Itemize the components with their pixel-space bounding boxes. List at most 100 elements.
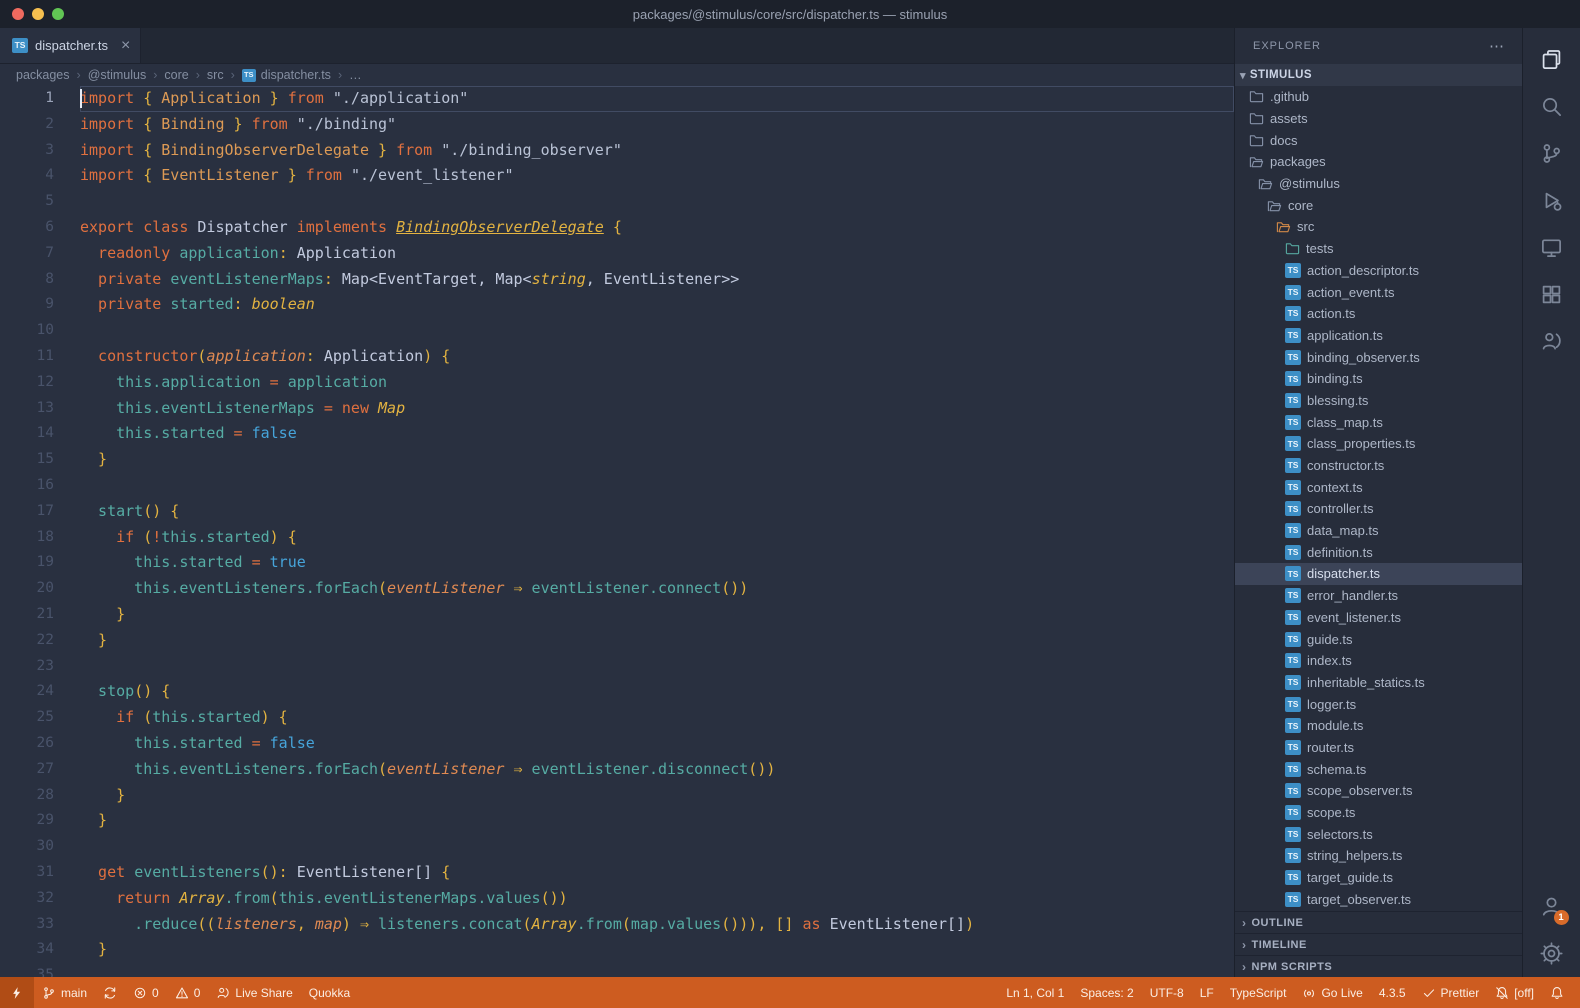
line-number[interactable]: 27 — [0, 757, 54, 783]
activity-extensions-button[interactable] — [1528, 271, 1576, 318]
activity-run-debug-button[interactable] — [1528, 177, 1576, 224]
activity-settings-button[interactable] — [1528, 930, 1576, 977]
explorer-item-router-ts[interactable]: TSrouter.ts — [1235, 737, 1522, 759]
line-number[interactable]: 24 — [0, 679, 54, 705]
code-line[interactable]: 28 } — [0, 783, 1234, 809]
code-line[interactable]: 25 if (this.started) { — [0, 705, 1234, 731]
line-number[interactable]: 11 — [0, 344, 54, 370]
line-number[interactable]: 33 — [0, 912, 54, 938]
explorer-item--github[interactable]: .github — [1235, 86, 1522, 108]
code-line[interactable]: 18 if (!this.started) { — [0, 525, 1234, 551]
code-line[interactable]: 30 — [0, 834, 1234, 860]
status-branch[interactable]: main — [34, 977, 95, 1008]
status-warnings[interactable]: 0 — [167, 977, 209, 1008]
line-number[interactable]: 18 — [0, 525, 54, 551]
status-live-share[interactable]: Live Share — [208, 977, 300, 1008]
line-number[interactable]: 1 — [0, 86, 54, 112]
maximize-window-button[interactable] — [52, 8, 64, 20]
explorer-item-context-ts[interactable]: TScontext.ts — [1235, 476, 1522, 498]
explorer-item-index-ts[interactable]: TSindex.ts — [1235, 650, 1522, 672]
line-number[interactable]: 26 — [0, 731, 54, 757]
code-line[interactable]: 24 stop() { — [0, 679, 1234, 705]
explorer-item-src[interactable]: src — [1235, 216, 1522, 238]
status-toggle-off[interactable]: [off] — [1487, 977, 1542, 1008]
explorer-item-selectors-ts[interactable]: TSselectors.ts — [1235, 823, 1522, 845]
minimize-window-button[interactable] — [32, 8, 44, 20]
close-tab-icon[interactable]: × — [121, 38, 130, 54]
code-line[interactable]: 32 return Array.from(this.eventListenerM… — [0, 886, 1234, 912]
status-errors[interactable]: 0 — [125, 977, 167, 1008]
line-number[interactable]: 4 — [0, 163, 54, 189]
line-number[interactable]: 22 — [0, 628, 54, 654]
code-line[interactable]: 13 this.eventListenerMaps = new Map — [0, 396, 1234, 422]
breadcrumb-item[interactable]: core — [164, 68, 188, 82]
explorer-item-action-ts[interactable]: TSaction.ts — [1235, 303, 1522, 325]
line-number[interactable]: 19 — [0, 550, 54, 576]
status-quokka[interactable]: Quokka — [301, 977, 358, 1008]
status-encoding[interactable]: UTF-8 — [1142, 977, 1192, 1008]
code-line[interactable]: 33 .reduce((listeners, map) ⇒ listeners.… — [0, 912, 1234, 938]
activity-remote-explorer-button[interactable] — [1528, 224, 1576, 271]
code-line[interactable]: 5 — [0, 189, 1234, 215]
code-line[interactable]: 26 this.started = false — [0, 731, 1234, 757]
activity-files-button[interactable] — [1528, 36, 1576, 83]
activity-live-share-button[interactable] — [1528, 318, 1576, 365]
explorer-item-dispatcher-ts[interactable]: TSdispatcher.ts — [1235, 563, 1522, 585]
line-number[interactable]: 34 — [0, 937, 54, 963]
code-line[interactable]: 3import { BindingObserverDelegate } from… — [0, 138, 1234, 164]
activity-account-button[interactable]: 1 — [1528, 883, 1576, 930]
breadcrumb-item[interactable]: src — [207, 68, 224, 82]
explorer-item-application-ts[interactable]: TSapplication.ts — [1235, 325, 1522, 347]
breadcrumb-item[interactable]: TSdispatcher.ts — [242, 68, 331, 82]
tab-dispatcher-ts[interactable]: TS dispatcher.ts × — [0, 28, 141, 63]
line-number[interactable]: 31 — [0, 860, 54, 886]
explorer-item-action-descriptor-ts[interactable]: TSaction_descriptor.ts — [1235, 260, 1522, 282]
explorer-item-core[interactable]: core — [1235, 194, 1522, 216]
status-prettier[interactable]: Prettier — [1414, 977, 1488, 1008]
line-number[interactable]: 15 — [0, 447, 54, 473]
line-number[interactable]: 35 — [0, 963, 54, 977]
explorer-item-guide-ts[interactable]: TSguide.ts — [1235, 628, 1522, 650]
status-cursor-position[interactable]: Ln 1, Col 1 — [998, 977, 1072, 1008]
explorer-item-logger-ts[interactable]: TSlogger.ts — [1235, 693, 1522, 715]
line-number[interactable]: 3 — [0, 138, 54, 164]
explorer-more-actions-icon[interactable]: ⋯ — [1489, 37, 1504, 55]
breadcrumb-item[interactable]: @stimulus — [88, 68, 147, 82]
line-number[interactable]: 9 — [0, 292, 54, 318]
status-language-mode[interactable]: TypeScript — [1222, 977, 1295, 1008]
explorer-section-stimulus[interactable]: ▾ STIMULUS — [1235, 64, 1522, 86]
code-line[interactable]: 22 } — [0, 628, 1234, 654]
explorer-item-class-properties-ts[interactable]: TSclass_properties.ts — [1235, 433, 1522, 455]
status-go-live[interactable]: Go Live — [1294, 977, 1370, 1008]
code-line[interactable]: 29 } — [0, 808, 1234, 834]
code-editor[interactable]: 1import { Application } from "./applicat… — [0, 86, 1234, 977]
explorer-item-scope-observer-ts[interactable]: TSscope_observer.ts — [1235, 780, 1522, 802]
line-number[interactable]: 23 — [0, 654, 54, 680]
panel-outline[interactable]: ›OUTLINE — [1235, 911, 1522, 933]
status-sync[interactable] — [95, 977, 125, 1008]
line-number[interactable]: 28 — [0, 783, 54, 809]
code-line[interactable]: 19 this.started = true — [0, 550, 1234, 576]
line-number[interactable]: 7 — [0, 241, 54, 267]
close-window-button[interactable] — [12, 8, 24, 20]
activity-source-control-button[interactable] — [1528, 130, 1576, 177]
explorer-item-definition-ts[interactable]: TSdefinition.ts — [1235, 541, 1522, 563]
line-number[interactable]: 21 — [0, 602, 54, 628]
explorer-item-module-ts[interactable]: TSmodule.ts — [1235, 715, 1522, 737]
status-indentation[interactable]: Spaces: 2 — [1072, 977, 1141, 1008]
line-number[interactable]: 5 — [0, 189, 54, 215]
line-number[interactable]: 6 — [0, 215, 54, 241]
activity-search-button[interactable] — [1528, 83, 1576, 130]
line-number[interactable]: 30 — [0, 834, 54, 860]
explorer-item-event-listener-ts[interactable]: TSevent_listener.ts — [1235, 607, 1522, 629]
explorer-item-blessing-ts[interactable]: TSblessing.ts — [1235, 390, 1522, 412]
status-notifications[interactable] — [1542, 977, 1572, 1008]
explorer-item-inheritable-statics-ts[interactable]: TSinheritable_statics.ts — [1235, 672, 1522, 694]
code-line[interactable]: 6export class Dispatcher implements Bind… — [0, 215, 1234, 241]
line-number[interactable]: 10 — [0, 318, 54, 344]
explorer-item-data-map-ts[interactable]: TSdata_map.ts — [1235, 520, 1522, 542]
code-line[interactable]: 12 this.application = application — [0, 370, 1234, 396]
code-line[interactable]: 7 readonly application: Application — [0, 241, 1234, 267]
code-line[interactable]: 2import { Binding } from "./binding" — [0, 112, 1234, 138]
status-eol[interactable]: LF — [1192, 977, 1222, 1008]
